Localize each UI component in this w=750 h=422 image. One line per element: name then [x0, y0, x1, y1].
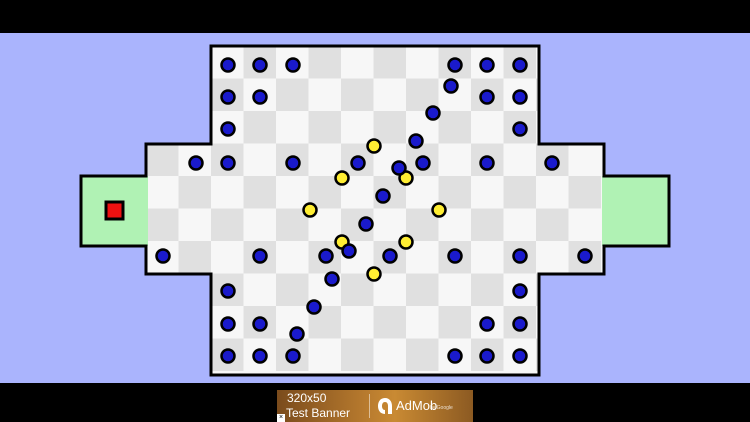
- enemy-dot: [252, 316, 268, 332]
- enemy-dot: [479, 155, 495, 171]
- board-tile-dark: [276, 273, 309, 306]
- enemy-dot: [341, 243, 357, 259]
- enemy-dot: [479, 57, 495, 73]
- board-tile-dark: [373, 306, 406, 339]
- board-tile-dark: [341, 78, 374, 111]
- ad-banner[interactable]: 320x50 Test Banner AdMob by Google ×: [277, 390, 473, 422]
- ad-by-google-label: by Google: [430, 405, 453, 411]
- board-tile-dark: [276, 78, 309, 111]
- enemy-dot: [252, 89, 268, 105]
- board-tile-dark: [178, 176, 211, 209]
- board-tile-dark: [438, 111, 471, 144]
- enemy-dot: [220, 89, 236, 105]
- ad-divider: [369, 394, 370, 418]
- enemy-dot: [577, 248, 593, 264]
- board-tile-dark: [276, 273, 309, 274]
- enemy-dot: [289, 326, 305, 342]
- board-tile-dark: [471, 208, 504, 241]
- enemy-dot: [155, 248, 171, 264]
- enemy-dot: [285, 155, 301, 171]
- enemy-dot: [512, 283, 528, 299]
- board-tile-dark: [438, 306, 471, 339]
- enemy-dot: [318, 248, 334, 264]
- board-tile-dark: [146, 144, 179, 176]
- admob-logo-icon: [378, 398, 392, 414]
- player-square[interactable]: [104, 200, 125, 221]
- level-counter: 80/80: [351, 6, 399, 27]
- enemy-dot: [220, 316, 236, 332]
- board-tile-dark: [308, 46, 341, 79]
- board-tile-dark: [308, 111, 341, 144]
- enemy-dot: [324, 271, 340, 287]
- board-tile-dark: [406, 273, 439, 274]
- enemy-dot: [512, 57, 528, 73]
- enemy-dot: [252, 248, 268, 264]
- coin: [431, 202, 447, 218]
- board-tile-dark: [146, 208, 179, 241]
- enemy-dot: [512, 89, 528, 105]
- enemy-dot: [447, 248, 463, 264]
- enemy-dot: [447, 57, 463, 73]
- enemy-dot: [443, 78, 459, 94]
- enemy-dot: [220, 57, 236, 73]
- game-board: [79, 44, 671, 377]
- rate-for-skip-button[interactable]: RATE FOR SKIP: [8, 394, 151, 413]
- coin: [334, 170, 350, 186]
- board-tile-dark: [471, 273, 504, 274]
- deaths-counter: DEATHS: 0: [645, 6, 742, 27]
- goal-safe-zone: [602, 176, 668, 246]
- enemy-dot: [285, 57, 301, 73]
- enemy-dot: [285, 348, 301, 364]
- enemy-dot: [408, 133, 424, 149]
- board-tile-dark: [406, 273, 439, 306]
- enemy-dot: [382, 248, 398, 264]
- enemy-dot: [447, 348, 463, 364]
- enemy-dot: [479, 348, 495, 364]
- board-tile-dark: [341, 338, 374, 371]
- enemy-dot: [375, 188, 391, 204]
- enemy-dot: [544, 155, 560, 171]
- board-tile-dark: [503, 176, 536, 209]
- coin: [366, 266, 382, 282]
- board-tile-dark: [471, 273, 504, 306]
- enemy-dot: [512, 348, 528, 364]
- enemy-dot: [425, 105, 441, 121]
- enemy-dot: [252, 57, 268, 73]
- board-tile-dark: [373, 111, 406, 144]
- enemy-dot: [391, 160, 407, 176]
- enemy-dot: [415, 155, 431, 171]
- board-tile-dark: [373, 46, 406, 79]
- enemy-dot: [512, 121, 528, 137]
- enemy-dot: [350, 155, 366, 171]
- board-tile-dark: [568, 176, 601, 209]
- board-tile-dark: [211, 273, 244, 274]
- checkerboard-floor: [146, 46, 604, 375]
- coin: [302, 202, 318, 218]
- enemy-dot: [306, 299, 322, 315]
- board-tile-dark: [536, 208, 569, 241]
- board-tile-dark: [243, 111, 276, 144]
- board-tile-dark: [211, 208, 244, 241]
- enemy-dot: [220, 155, 236, 171]
- ad-size-label: 320x50: [287, 391, 327, 405]
- enemy-dot: [220, 348, 236, 364]
- enemy-dot: [220, 121, 236, 137]
- ad-close-icon[interactable]: ×: [277, 414, 285, 422]
- enemy-dot: [252, 348, 268, 364]
- purchase-skip-button[interactable]: PURCHASE SKIP: [588, 394, 742, 413]
- enemy-dot: [188, 155, 204, 171]
- coin: [366, 138, 382, 154]
- enemy-dot: [512, 248, 528, 264]
- enemy-dot: [479, 316, 495, 332]
- enemy-dot: [512, 316, 528, 332]
- ad-test-label: Test Banner: [286, 406, 351, 420]
- board-tile-dark: [243, 176, 276, 209]
- enemy-dot: [479, 89, 495, 105]
- board-tile-dark: [178, 241, 211, 274]
- enemy-dot: [358, 216, 374, 232]
- enemy-dot: [220, 283, 236, 299]
- board-tile-dark: [406, 338, 439, 371]
- coin: [398, 234, 414, 250]
